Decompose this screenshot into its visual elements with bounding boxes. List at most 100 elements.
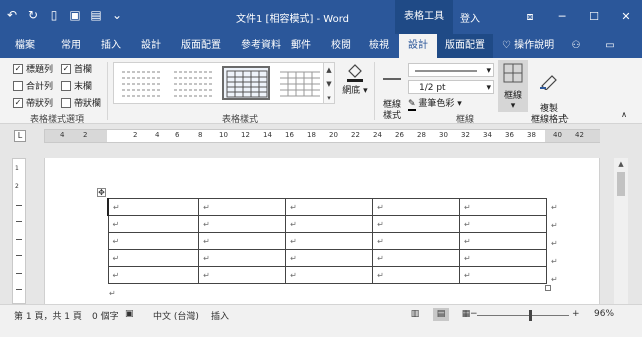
- new-doc-icon[interactable]: ▯: [48, 8, 60, 22]
- chevron-down-icon: ▾: [486, 66, 491, 76]
- table-style-grid-2[interactable]: [276, 66, 324, 100]
- checkbox-last-column[interactable]: 末欄: [61, 79, 92, 92]
- vertical-scrollbar[interactable]: ▲: [614, 158, 628, 304]
- table-cell[interactable]: ↵: [107, 215, 200, 233]
- close-icon[interactable]: ✕: [610, 0, 642, 34]
- customize-icon[interactable]: ⌄: [111, 8, 123, 22]
- table-cell[interactable]: ↵: [285, 232, 374, 250]
- table-style-plain-2[interactable]: [170, 66, 218, 100]
- proofing-icon[interactable]: ▣: [125, 309, 134, 319]
- group-separator: [107, 62, 108, 120]
- scroll-up-icon[interactable]: ▲: [614, 158, 628, 170]
- zoom-in-icon[interactable]: +: [572, 309, 580, 319]
- table-resize-handle[interactable]: [545, 285, 551, 291]
- table-move-handle-icon[interactable]: ✥: [97, 188, 106, 197]
- table-cell[interactable]: ↵: [372, 249, 461, 267]
- collapse-ribbon-icon[interactable]: ∧: [617, 110, 631, 120]
- zoom-out-icon[interactable]: −: [470, 309, 478, 319]
- borders-dialog-launcher-icon[interactable]: ◺: [562, 112, 570, 120]
- redo-icon[interactable]: ↻: [27, 8, 39, 22]
- tab-mailings[interactable]: 郵件: [282, 34, 320, 58]
- zoom-slider[interactable]: [477, 315, 569, 316]
- tab-review[interactable]: 校閱: [322, 34, 360, 58]
- page-count[interactable]: 第 1 頁，共 1 頁: [14, 309, 82, 322]
- table-cell[interactable]: ↵: [107, 232, 200, 250]
- language[interactable]: 中文 (台灣): [153, 309, 199, 322]
- tab-layout[interactable]: 版面配置: [172, 34, 230, 58]
- table-cell[interactable]: ↵: [459, 249, 547, 267]
- save-icon[interactable]: ▣: [69, 8, 81, 22]
- table-cell[interactable]: ↵: [459, 198, 547, 216]
- table-cell[interactable]: ↵: [372, 266, 461, 284]
- vertical-ruler[interactable]: 1 2: [12, 158, 26, 304]
- checkbox-first-column[interactable]: ✓ 首欄: [61, 62, 92, 75]
- table-cell[interactable]: ↵: [198, 266, 287, 284]
- ribbon-display-icon[interactable]: ⧈: [514, 0, 546, 34]
- gallery-more-icon[interactable]: ▾: [324, 91, 334, 105]
- table-style-grid-selected[interactable]: [222, 66, 270, 100]
- table-cell[interactable]: ↵: [107, 198, 200, 216]
- tab-table-layout[interactable]: 版面配置: [437, 34, 493, 58]
- insert-mode[interactable]: 插入: [211, 309, 229, 322]
- tab-file[interactable]: 檔案: [6, 34, 44, 58]
- checkbox-total-row[interactable]: 合計列: [13, 79, 53, 92]
- word-count[interactable]: 0 個字: [92, 309, 119, 322]
- zoom-slider-thumb[interactable]: [529, 310, 532, 321]
- ribbon-body: ✓ 標題列 ✓ 首欄 合計列 末欄 ✓ 帶狀列 帶狀欄 表格樣式選項 ▲ ▼ ▾…: [0, 58, 642, 125]
- table-cell[interactable]: ↵: [198, 249, 287, 267]
- print-icon[interactable]: ▤: [90, 8, 102, 22]
- row-end-mark: ↵: [551, 203, 558, 212]
- border-painter-icon: [540, 75, 557, 90]
- checkbox-banded-columns[interactable]: 帶狀欄: [61, 96, 101, 109]
- signin-link[interactable]: 登入: [460, 10, 480, 25]
- tab-design[interactable]: 設計: [132, 34, 170, 58]
- print-layout-icon[interactable]: ▤: [433, 308, 449, 321]
- checkbox-header-row[interactable]: ✓ 標題列: [13, 62, 53, 75]
- gallery-down-icon[interactable]: ▼: [324, 77, 334, 91]
- minimize-icon[interactable]: ─: [546, 0, 578, 34]
- line-weight-dropdown[interactable]: 1/2 pt ▾: [408, 80, 494, 94]
- table-cell[interactable]: ↵: [198, 198, 287, 216]
- table-cell[interactable]: ↵: [107, 266, 200, 284]
- read-mode-icon[interactable]: ▥: [407, 308, 423, 321]
- tab-home[interactable]: 常用: [52, 34, 90, 58]
- table-cell[interactable]: ↵: [198, 215, 287, 233]
- border-painter-button[interactable]: 複製 框線格式: [530, 61, 568, 125]
- table-cell[interactable]: ↵: [372, 198, 461, 216]
- tab-selector-icon[interactable]: L: [14, 130, 26, 142]
- border-styles-button[interactable]: 框線 樣式: [378, 61, 406, 121]
- zoom-level[interactable]: 96%: [594, 309, 614, 319]
- maximize-icon[interactable]: ☐: [578, 0, 610, 34]
- gallery-up-icon[interactable]: ▲: [324, 63, 334, 77]
- table-cell[interactable]: ↵: [372, 232, 461, 250]
- table-cell[interactable]: ↵: [459, 215, 547, 233]
- pen-color-button[interactable]: ✎ 畫筆色彩 ▾: [408, 96, 494, 111]
- window-controls: ⧈ ─ ☐ ✕: [514, 0, 642, 34]
- tab-insert[interactable]: 插入: [92, 34, 130, 58]
- table-cell[interactable]: ↵: [285, 249, 374, 267]
- table-cell[interactable]: ↵: [198, 232, 287, 250]
- table-cell[interactable]: ↵: [459, 232, 547, 250]
- tab-view[interactable]: 檢視: [360, 34, 398, 58]
- share-person-icon[interactable]: ⚇: [566, 34, 586, 58]
- document-page[interactable]: ✥ ↵ ↵ ↵ ↵ ↵ ↵ ↵ ↵ ↵ ↵ ↵ ↵ ↵ ↵ ↵ ↵ ↵ ↵ ↵ …: [44, 158, 600, 304]
- undo-icon[interactable]: ↶: [6, 8, 18, 22]
- tell-me-search[interactable]: ♡ 操作說明: [498, 34, 558, 58]
- shading-button[interactable]: 網底 ▾: [340, 61, 370, 111]
- title-bar: ↶ ↻ ▯ ▣ ▤ ⌄ 文件1 [相容模式] - Word 表格工具 登入 ⧈ …: [0, 0, 642, 34]
- checkbox-banded-rows[interactable]: ✓ 帶狀列: [13, 96, 53, 109]
- table-cell[interactable]: ↵: [372, 215, 461, 233]
- table-cell[interactable]: ↵: [285, 215, 374, 233]
- comments-icon[interactable]: ▭: [600, 34, 620, 58]
- scroll-thumb[interactable]: [617, 172, 625, 196]
- table-cell[interactable]: ↵: [459, 266, 547, 284]
- table-style-plain-1[interactable]: [118, 66, 166, 100]
- tab-table-design[interactable]: 設計: [399, 34, 437, 58]
- table-cell[interactable]: ↵: [285, 198, 374, 216]
- horizontal-ruler[interactable]: 4 2 2 4 6 8 10 12 14 16 18 20 22 24 26 2…: [44, 129, 600, 143]
- line-style-dropdown[interactable]: ▾: [408, 63, 494, 77]
- document-table[interactable]: ↵ ↵ ↵ ↵ ↵ ↵ ↵ ↵ ↵ ↵ ↵ ↵ ↵ ↵ ↵ ↵ ↵ ↵ ↵ ↵ …: [107, 198, 547, 284]
- table-cell[interactable]: ↵: [285, 266, 374, 284]
- table-cell[interactable]: ↵: [107, 249, 200, 267]
- borders-button[interactable]: 框線 ▾: [498, 60, 528, 112]
